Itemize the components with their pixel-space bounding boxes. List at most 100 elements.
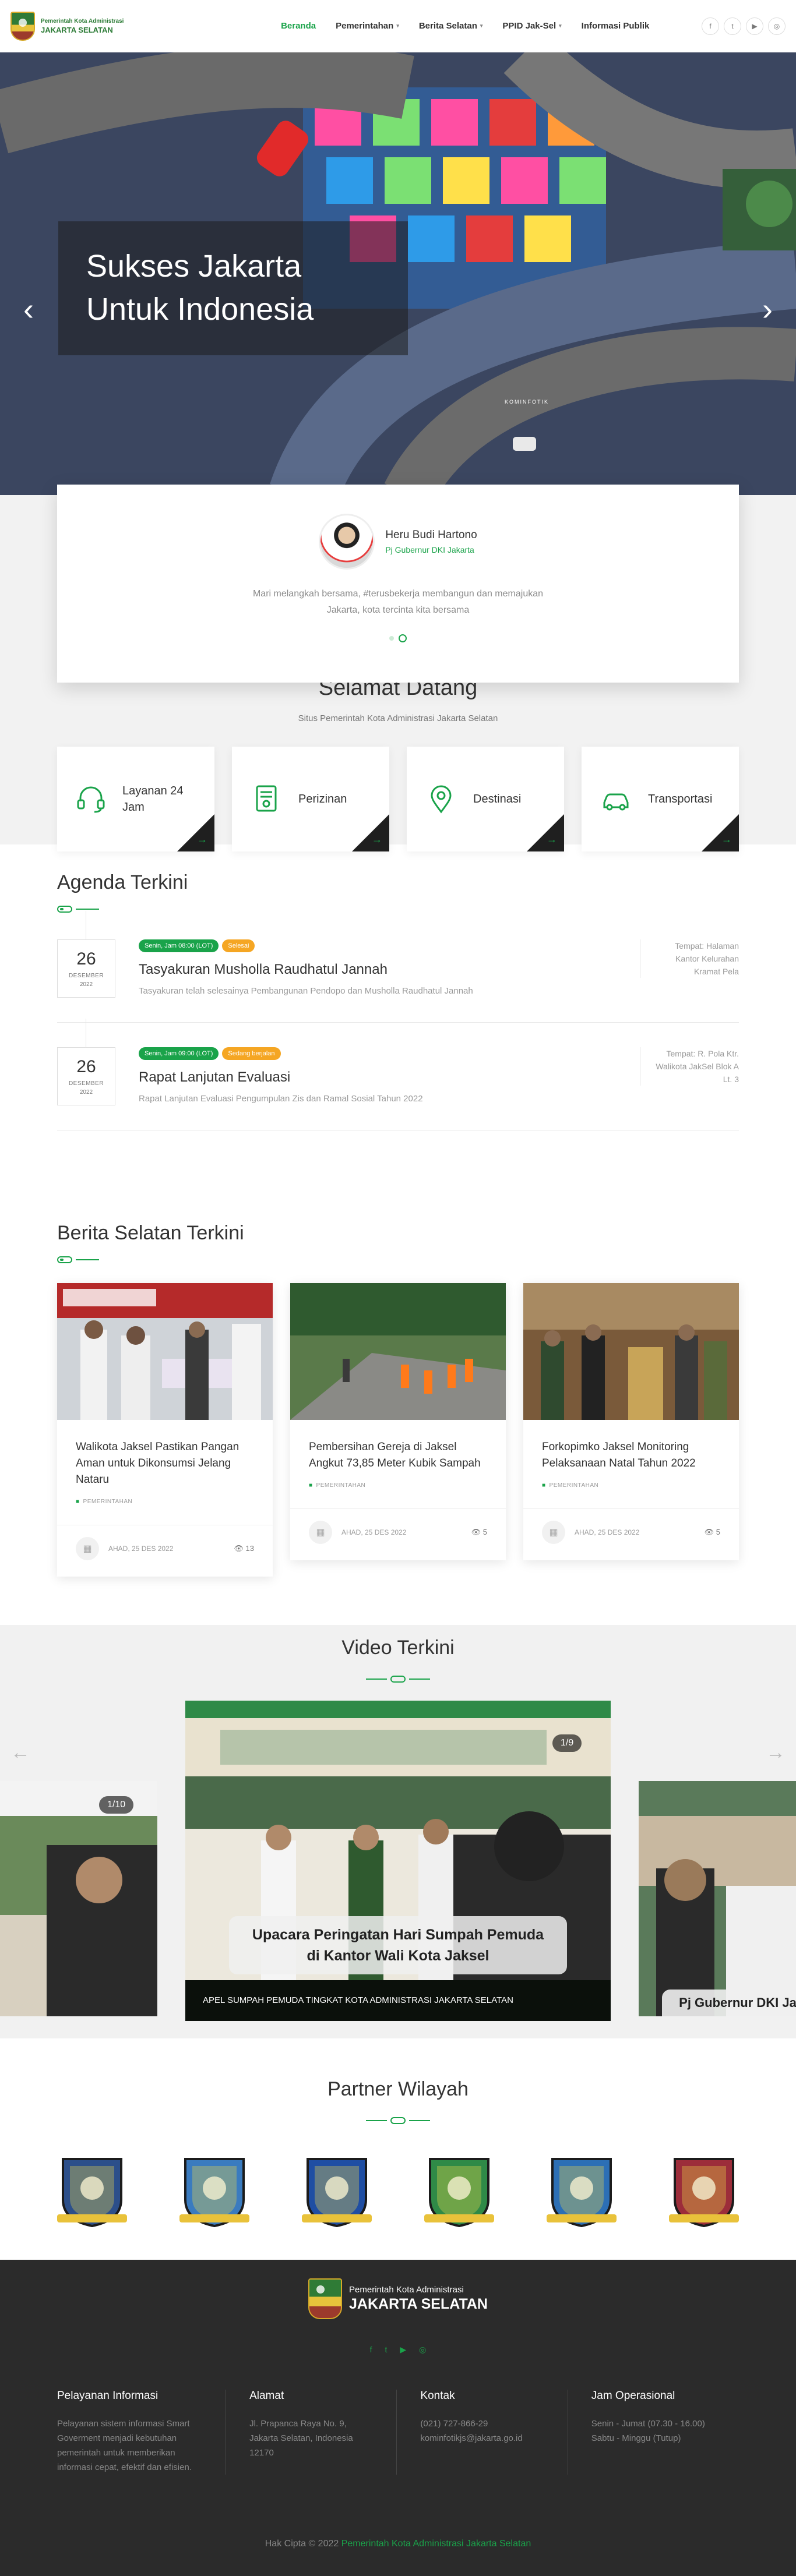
hero-caption: Sukses Jakarta Untuk Indonesia	[58, 221, 408, 355]
news-date: AHAD, 25 DES 2022	[341, 1528, 407, 1536]
youtube-icon[interactable]: ▶	[400, 2345, 406, 2355]
time-badge: Senin, Jam 09:00 (LOT)	[139, 1047, 219, 1060]
chevron-down-icon: ▾	[559, 23, 562, 29]
instagram-icon[interactable]: ◎	[768, 17, 786, 35]
site-header: Pemerintah Kota Administrasi JAKARTA SEL…	[0, 0, 796, 52]
nav-informasi-publik[interactable]: Informasi Publik	[582, 21, 650, 31]
service-card-destinasi[interactable]: Destinasi →	[407, 747, 564, 851]
agenda-date: 26 DESEMBER 2022	[57, 1019, 115, 1105]
video-overlay-title: Pj Gubernur DKI Ja	[662, 1990, 796, 2016]
partner-logo-crest-2[interactable]	[177, 2153, 252, 2229]
agenda-item-title[interactable]: Tasyakuran Musholla Raudhatul Jannah	[139, 962, 640, 978]
arrow-left-icon[interactable]: ←	[10, 1741, 30, 1764]
eye-icon: 👁	[704, 1528, 716, 1536]
nav-berita-selatan[interactable]: Berita Selatan ▾	[419, 21, 483, 31]
news-card-title[interactable]: Forkopimko Jaksel Monitoring Pelaksanaan…	[542, 1439, 720, 1472]
partner-logo-crest-4[interactable]	[421, 2153, 497, 2229]
twitter-icon[interactable]: t	[385, 2345, 388, 2355]
section-divider	[0, 1676, 796, 1683]
news-category[interactable]: PEMERINTAHAN	[550, 1482, 599, 1489]
news-views: 5	[482, 1528, 487, 1536]
carousel-dot[interactable]	[389, 636, 394, 641]
footer-col-kontak: Kontak (021) 727-866-29 kominfotikjs@jak…	[397, 2390, 568, 2475]
facebook-icon[interactable]: f	[370, 2345, 372, 2355]
partner-logo-crest-1[interactable]	[54, 2153, 130, 2229]
nav-pemerintahan[interactable]: Pemerintahan ▾	[336, 21, 399, 31]
eye-icon: 👁	[234, 1544, 246, 1553]
instagram-icon[interactable]: ◎	[419, 2345, 426, 2355]
video-card-prev[interactable]: 1/10	[0, 1781, 157, 2016]
agenda-item[interactable]: 26 DESEMBER 2022 Senin, Jam 08:00 (LOT) …	[57, 911, 739, 1023]
hero-title-line2: Untuk Indonesia	[86, 292, 314, 327]
news-card[interactable]: Walikota Jaksel Pastikan Pangan Aman unt…	[57, 1283, 273, 1577]
arrow-right-icon: →	[721, 833, 732, 845]
agenda-item-title[interactable]: Rapat Lanjutan Evaluasi	[139, 1069, 640, 1086]
governor-name: Heru Budi Hartono	[385, 529, 477, 541]
copyright: Hak Cipta © 2022 Pemerintah Kota Adminis…	[265, 2539, 531, 2549]
section-divider	[57, 906, 739, 913]
news-category[interactable]: PEMERINTAHAN	[83, 1499, 133, 1505]
news-date: AHAD, 25 DES 2022	[108, 1545, 174, 1553]
news-title: Berita Selatan Terkini	[57, 1222, 244, 1244]
folder-icon: ■	[542, 1482, 546, 1489]
twitter-icon[interactable]: t	[724, 17, 741, 35]
agenda-title: Agenda Terkini	[57, 871, 188, 893]
status-badge: Selesai	[222, 939, 255, 952]
governor-role: Pj Gubernur DKI Jakarta	[385, 545, 474, 554]
footer-logo[interactable]: Pemerintah Kota Administrasi JAKARTA SEL…	[0, 2278, 796, 2319]
jakarta-crest-icon	[10, 11, 35, 41]
facebook-icon[interactable]: f	[702, 17, 719, 35]
partner-logo-crest-5[interactable]	[544, 2153, 619, 2229]
news-list: Walikota Jaksel Pastikan Pangan Aman unt…	[57, 1283, 739, 1577]
youtube-icon[interactable]: ▶	[746, 17, 763, 35]
site-logo[interactable]: Pemerintah Kota Administrasi JAKARTA SEL…	[10, 11, 124, 41]
time-badge: Senin, Jam 08:00 (LOT)	[139, 939, 219, 952]
video-title: Video Terkini	[341, 1637, 455, 1659]
news-card[interactable]: Forkopimko Jaksel Monitoring Pelaksanaan…	[523, 1283, 739, 1560]
partner-logo-crest-6[interactable]	[666, 2153, 742, 2229]
governor-quote: Mari melangkah bersama, #terusbekerja me…	[252, 589, 544, 615]
footer-col-jam: Jam Operasional Senin - Jumat (07.30 - 1…	[591, 2390, 705, 2443]
agenda-item-desc: Tasyakuran telah selesainya Pembangunan …	[139, 986, 473, 996]
service-card-layanan[interactable]: Layanan 24 Jam →	[57, 747, 214, 851]
folder-icon: ■	[309, 1482, 313, 1489]
nav-beranda[interactable]: Beranda	[281, 21, 316, 31]
arrow-right-icon: →	[547, 833, 557, 845]
agenda-list: 26 DESEMBER 2022 Senin, Jam 08:00 (LOT) …	[57, 911, 739, 1130]
video-card-next[interactable]: Pj Gubernur DKI Ja	[639, 1781, 796, 2016]
partner-logo-crest-3[interactable]	[299, 2153, 375, 2229]
nav-ppid[interactable]: PPID Jak-Sel ▾	[502, 21, 561, 31]
logo-line1: Pemerintah Kota Administrasi	[41, 17, 124, 24]
footer-columns: Pelayanan Informasi Pelayanan sistem inf…	[57, 2390, 739, 2475]
news-card-title[interactable]: Walikota Jaksel Pastikan Pangan Aman unt…	[76, 1439, 254, 1488]
video-counter: 1/9	[552, 1734, 582, 1752]
governor-avatar	[319, 514, 375, 570]
news-card[interactable]: Pembersihan Gereja di Jaksel Angkut 73,8…	[290, 1283, 506, 1560]
site-footer: Pemerintah Kota Administrasi JAKARTA SEL…	[0, 2260, 796, 2576]
video-card-main[interactable]: 1/9 Upacara Peringatan Hari Sumpah Pemud…	[185, 1701, 611, 2021]
section-divider	[0, 2117, 796, 2124]
service-cards: Layanan 24 Jam → Perizinan → Destinasi →…	[0, 747, 796, 851]
chevron-right-icon[interactable]: ›	[762, 291, 773, 327]
news-category[interactable]: PEMERINTAHAN	[316, 1482, 366, 1489]
carousel-dots	[57, 634, 739, 642]
chevron-down-icon: ▾	[480, 23, 483, 29]
agenda-item-place: Tempat: Halaman Kantor Kelurahan Kramat …	[640, 939, 739, 978]
hero-watermark: KOMINFOTIK	[505, 399, 549, 405]
arrow-right-icon[interactable]: →	[766, 1741, 786, 1764]
service-card-perizinan[interactable]: Perizinan →	[232, 747, 389, 851]
copyright-link[interactable]: Pemerintah Kota Administrasi Jakarta Sel…	[341, 2539, 531, 2549]
jakarta-crest-icon	[308, 2278, 343, 2319]
news-card-title[interactable]: Pembersihan Gereja di Jaksel Angkut 73,8…	[309, 1439, 487, 1472]
agenda-section: Agenda Terkini 26 DESEMBER 2022 Senin, J…	[0, 844, 796, 1217]
video-section: Video Terkini ← → 1/10 1/9 Upacara Perin…	[0, 1625, 796, 2038]
agenda-item[interactable]: 26 DESEMBER 2022 Senin, Jam 09:00 (LOT) …	[57, 1019, 739, 1130]
agenda-item-place: Tempat: R. Pola Ktr. Walikota JakSel Blo…	[640, 1047, 739, 1086]
chevron-left-icon[interactable]: ‹	[23, 291, 34, 327]
news-image	[57, 1283, 273, 1420]
service-card-transportasi[interactable]: Transportasi →	[582, 747, 739, 851]
hero-slider: Sukses Jakarta Untuk Indonesia KOMINFOTI…	[0, 52, 796, 495]
eye-icon: 👁	[471, 1528, 483, 1536]
arrow-right-icon: →	[372, 833, 382, 845]
carousel-dot-active[interactable]	[399, 634, 407, 642]
